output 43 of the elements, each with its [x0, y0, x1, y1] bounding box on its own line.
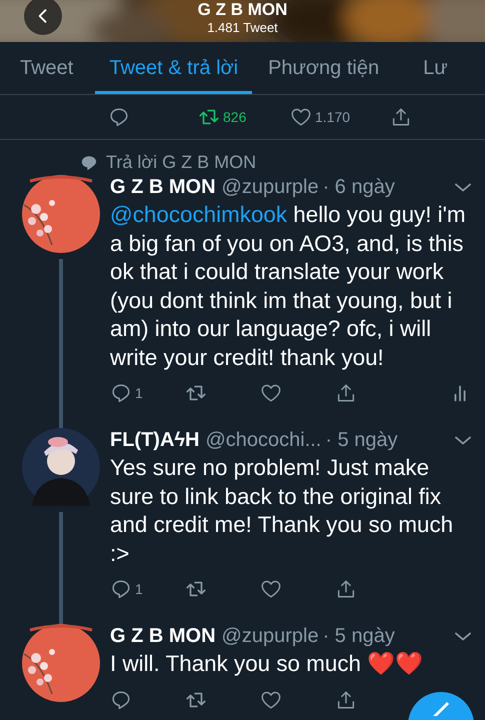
heart-icon — [260, 382, 282, 404]
reply-button[interactable]: 1 — [110, 382, 185, 404]
caret-icon — [455, 632, 471, 640]
tab[interactable]: Tweet & trả lời — [95, 42, 252, 94]
speech-bubble-icon — [108, 106, 130, 128]
share-icon — [335, 688, 357, 710]
tweet-text: I will. Thank you so much ❤❤ — [110, 650, 424, 678]
profile-name: G Z B MON — [198, 0, 288, 20]
tab[interactable]: Lư — [411, 42, 448, 94]
share-icon — [390, 106, 412, 128]
tweet-time: · 5 ngày — [322, 624, 395, 649]
more-button[interactable] — [455, 436, 471, 444]
tweet-time: · 5 ngày — [325, 428, 398, 453]
caret-icon — [455, 182, 471, 192]
tweet-time: · 6 ngày — [322, 175, 395, 200]
reply-context: Trả lời G Z B MON — [106, 152, 256, 173]
share-icon — [335, 382, 357, 404]
user-handle: @zupurple — [222, 624, 319, 649]
speech-bubble-icon — [80, 154, 98, 172]
tab[interactable]: Tweet — [8, 42, 86, 94]
mention-link[interactable]: @chocochimkook — [110, 202, 288, 227]
user-name: FL(T)AϟH — [110, 428, 200, 453]
share-icon — [335, 578, 357, 600]
user-handle: @zupurple — [222, 175, 319, 200]
reply-button[interactable]: 1 — [110, 578, 185, 600]
speech-bubble-icon — [110, 688, 132, 710]
heart-icon — [260, 578, 282, 600]
tweet-text: @chocochimkook hello you guy! i'm a big fan of you on AO3, and, is this ok that i could translate your work (you dont think im that young, but i am) into our language? ofc, i will write your credit! thank you! — [110, 201, 467, 372]
user-handle: @chocochi... — [205, 428, 322, 453]
user-name: G Z B MON — [110, 175, 216, 200]
caret-icon — [455, 436, 471, 444]
more-button[interactable] — [455, 632, 471, 640]
user-name: G Z B MON — [110, 624, 216, 649]
tweet-count: 1.481 Tweet — [206, 20, 279, 35]
speech-bubble-icon — [110, 578, 132, 600]
share-button[interactable] — [390, 106, 412, 128]
retweet-button[interactable]: 826 — [198, 106, 290, 128]
tweet-text: Yes sure no problem! Just make sure to link back to the original fix and credit me! Thank you so much :> — [110, 454, 454, 568]
more-button[interactable] — [455, 182, 471, 192]
tab[interactable]: Phương tiện — [256, 42, 392, 94]
speech-bubble-icon — [110, 382, 132, 404]
heart-icon — [290, 106, 312, 128]
like-button[interactable]: 1.170 — [290, 106, 390, 128]
